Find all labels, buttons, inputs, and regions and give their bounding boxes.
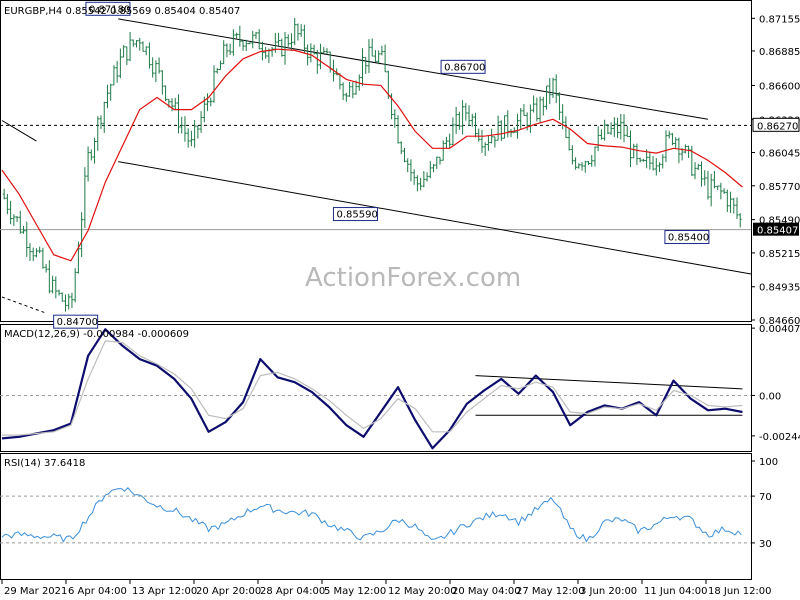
x-axis-label: 18 Jun 12:00 [708,586,772,597]
price-y-tick-label: 0.86045 [759,149,800,160]
x-axis-label: 28 Apr 04:00 [260,586,325,597]
channel-lower-line [118,161,752,275]
price-y-tick-label: 0.86600 [759,81,800,92]
axes: 0.871550.868850.866000.863200.860450.857… [1,14,800,597]
macd-y-tick-label: 0.00 [759,391,781,402]
moving-average-line [1,48,743,262]
x-axis-label: 11 Jun 04:00 [644,586,708,597]
macd-trendline-upper [475,375,743,390]
price-y-tick-label: 0.86885 [759,47,800,58]
rsi-y-tick-label: 30 [759,539,772,550]
price-y-tick-label: 0.85770 [759,182,800,193]
rsi-y-tick-label: 100 [759,457,778,468]
x-axis-label: 13 Apr 12:00 [132,586,197,597]
price-annotation-label: 0.86700 [444,62,485,73]
current-price-label: 0.85407 [757,226,798,237]
price-y-tick-label: 0.84935 [759,283,800,294]
macd-y-tick-label: 0.004071 [759,324,800,335]
price-annotation-label: 0.84700 [57,317,98,328]
macd-line [1,328,743,450]
macd-panel-frame [0,324,752,452]
x-axis-label: 20 May 04:00 [452,586,521,597]
level-price-label: 0.86270 [757,121,798,132]
prior-trendline-upper [1,120,37,142]
prior-trendline-lower [1,296,46,314]
macd-y-tick-label: -0.002445 [759,432,800,443]
price-annotation: 0.84700 [53,314,99,329]
rsi-panel-title: RSI(14) 37.6418 [4,458,85,469]
x-axis-label: 20 Apr 20:00 [196,586,261,597]
macd-panel-title: MACD(12,26,9) -0.000984 -0.000609 [4,329,189,340]
watermark-text: ActionForex.com [305,263,521,293]
macd-signal-line [2,340,743,436]
x-axis-label: 12 May 20:00 [388,586,457,597]
chart-canvas: ActionForex.com 0.871800.867000.855900.8… [0,0,800,597]
price-annotation: 0.85590 [332,207,378,222]
price-y-tick-label: 0.87155 [759,14,800,25]
price-panel-title: EURGBP,H4 0.85542 0.85569 0.85404 0.8540… [4,6,240,17]
x-axis-label: 29 Mar 2021 [4,586,67,597]
macd-panel [0,328,751,450]
rsi-y-tick-label: 70 [759,492,772,503]
x-axis-label: 5 May 12:00 [324,586,386,597]
price-annotation: 0.85400 [664,230,710,245]
x-axis-label: 3 Jun 20:00 [580,586,637,597]
price-annotation: 0.86700 [440,59,486,74]
price-annotation-label: 0.85400 [668,233,709,244]
x-axis-label: 6 Apr 04:00 [68,586,127,597]
price-annotation-label: 0.85590 [336,210,377,221]
price-y-tick-label: 0.85215 [759,249,800,260]
rsi-panel [0,487,751,544]
x-axis-label: 27 May 12:00 [516,586,585,597]
rsi-panel-frame [0,453,752,580]
